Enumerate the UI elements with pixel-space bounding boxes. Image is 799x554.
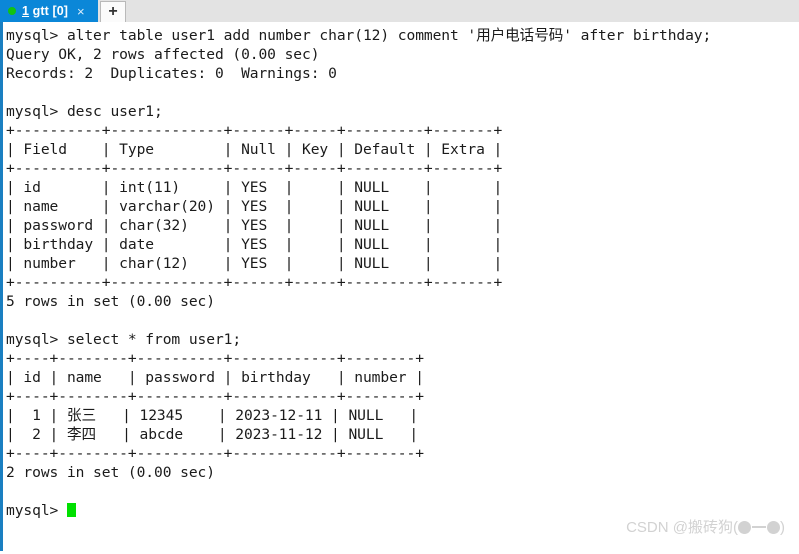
tab-bar-filler	[126, 0, 799, 22]
terminal-line: Records: 2 Duplicates: 0 Warnings: 0	[6, 65, 337, 82]
tab-label-rest: gtt [0]	[29, 4, 69, 18]
terminal-line: +----+--------+----------+------------+-…	[6, 388, 424, 405]
terminal-line: | Field | Type | Null | Key | Default | …	[6, 141, 503, 158]
new-tab-button[interactable]: +	[100, 1, 126, 22]
watermark-text: CSDN @搬砖狗(	[626, 519, 738, 536]
terminal-line: | number | char(12) | YES | | NULL | |	[6, 255, 503, 272]
watermark-eye-right-icon	[767, 521, 780, 534]
prompt-text: mysql>	[6, 502, 67, 519]
terminal-line: mysql> alter table user1 add number char…	[6, 27, 712, 44]
connection-status-dot	[8, 7, 16, 15]
terminal-line: +----+--------+----------+------------+-…	[6, 350, 424, 367]
tab-title: 1 gtt [0]	[22, 4, 68, 18]
tab-accel-key: 1	[22, 4, 30, 18]
terminal-line: 5 rows in set (0.00 sec)	[6, 293, 215, 310]
watermark: CSDN @搬砖狗()	[626, 516, 785, 537]
terminal-line: +----+--------+----------+------------+-…	[6, 445, 424, 462]
tab-bar: 1 gtt [0] × +	[0, 0, 799, 25]
text-cursor	[66, 503, 76, 517]
watermark-eye-left-icon	[738, 521, 751, 534]
terminal-line: mysql> select * from user1;	[6, 331, 242, 348]
terminal-line: | 2 | 李四 | abcde | 2023-11-12 | NULL |	[6, 426, 419, 443]
terminal-pane[interactable]: mysql> alter table user1 add number char…	[0, 22, 799, 551]
terminal-line: +----------+-------------+------+-----+-…	[6, 160, 503, 177]
watermark-dash-icon	[752, 526, 766, 528]
terminal-line: | id | name | password | birthday | numb…	[6, 369, 424, 386]
terminal-line: +----------+-------------+------+-----+-…	[6, 122, 503, 139]
terminal-line: | name | varchar(20) | YES | | NULL | |	[6, 198, 503, 215]
terminal-line: +----------+-------------+------+-----+-…	[6, 274, 503, 291]
close-icon[interactable]: ×	[77, 5, 85, 18]
terminal-output: mysql> alter table user1 add number char…	[6, 26, 799, 501]
terminal-line: mysql> desc user1;	[6, 103, 163, 120]
terminal-line: | id | int(11) | YES | | NULL | |	[6, 179, 503, 196]
watermark-suffix: )	[780, 519, 785, 536]
terminal-line: 2 rows in set (0.00 sec)	[6, 464, 215, 481]
terminal-line: Query OK, 2 rows affected (0.00 sec)	[6, 46, 320, 63]
terminal-line: | 1 | 张三 | 12345 | 2023-12-11 | NULL |	[6, 407, 419, 424]
tab-gtt[interactable]: 1 gtt [0] ×	[0, 0, 98, 22]
terminal-line: | password | char(32) | YES | | NULL | |	[6, 217, 503, 234]
terminal-line: | birthday | date | YES | | NULL | |	[6, 236, 503, 253]
